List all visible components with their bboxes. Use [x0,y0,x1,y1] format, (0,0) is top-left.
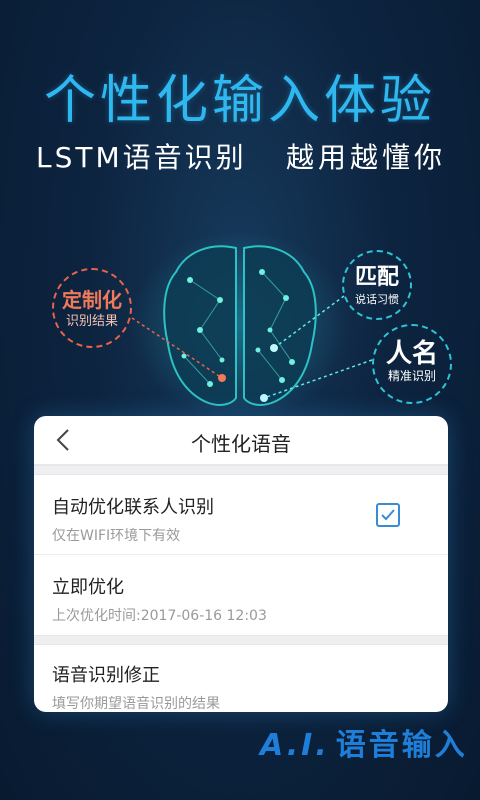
bubble-match: 匹配 说话习惯 [342,250,412,320]
card-header: 个性化语音 [34,416,448,465]
card-title: 个性化语音 [191,432,291,456]
app-logo: A.I. 语音输入 [260,720,468,764]
bubble-name-desc: 精准识别 [387,369,436,383]
logo-ai: A.I. [260,728,330,763]
auto-optimize-desc: 仅在WIFI环境下有效 [52,528,181,544]
section-divider [34,465,448,475]
hero-subtitle-right: 越用越懂你 [285,141,446,174]
speech-correction-item[interactable]: 语音识别修正 填写你期望语音识别的结果 [34,645,448,712]
optimize-now-item[interactable]: 立即优化 上次优化时间:2017-06-16 12:03 [34,555,448,635]
bubble-name: 人名 精准识别 [372,324,452,404]
speech-correction-title: 语音识别修正 [52,665,160,686]
optimize-now-desc: 上次优化时间:2017-06-16 12:03 [52,608,267,624]
auto-optimize-checkbox[interactable] [376,503,400,527]
bubble-custom-desc: 识别结果 [65,314,118,329]
optimize-now-title: 立即优化 [52,577,124,598]
section-divider [34,635,448,645]
logo-text: 语音输入 [335,728,468,763]
bubble-name-title: 人名 [385,339,438,369]
speech-correction-desc: 填写你期望语音识别的结果 [52,696,220,712]
check-icon [381,509,395,521]
hero-title: 个性化输入体验 [43,71,436,131]
bubble-match-desc: 说话习惯 [355,293,399,306]
bubble-custom: 定制化 识别结果 [52,268,132,348]
bubble-match-title: 匹配 [354,265,399,290]
auto-optimize-contacts-item[interactable]: 自动优化联系人识别 仅在WIFI环境下有效 [34,475,448,555]
hero-subtitle-left: LSTM语音识别 [36,141,247,174]
settings-card: 个性化语音 自动优化联系人识别 仅在WIFI环境下有效 立即优化 上次优化时间:… [34,416,448,712]
bubble-custom-title: 定制化 [62,288,122,312]
